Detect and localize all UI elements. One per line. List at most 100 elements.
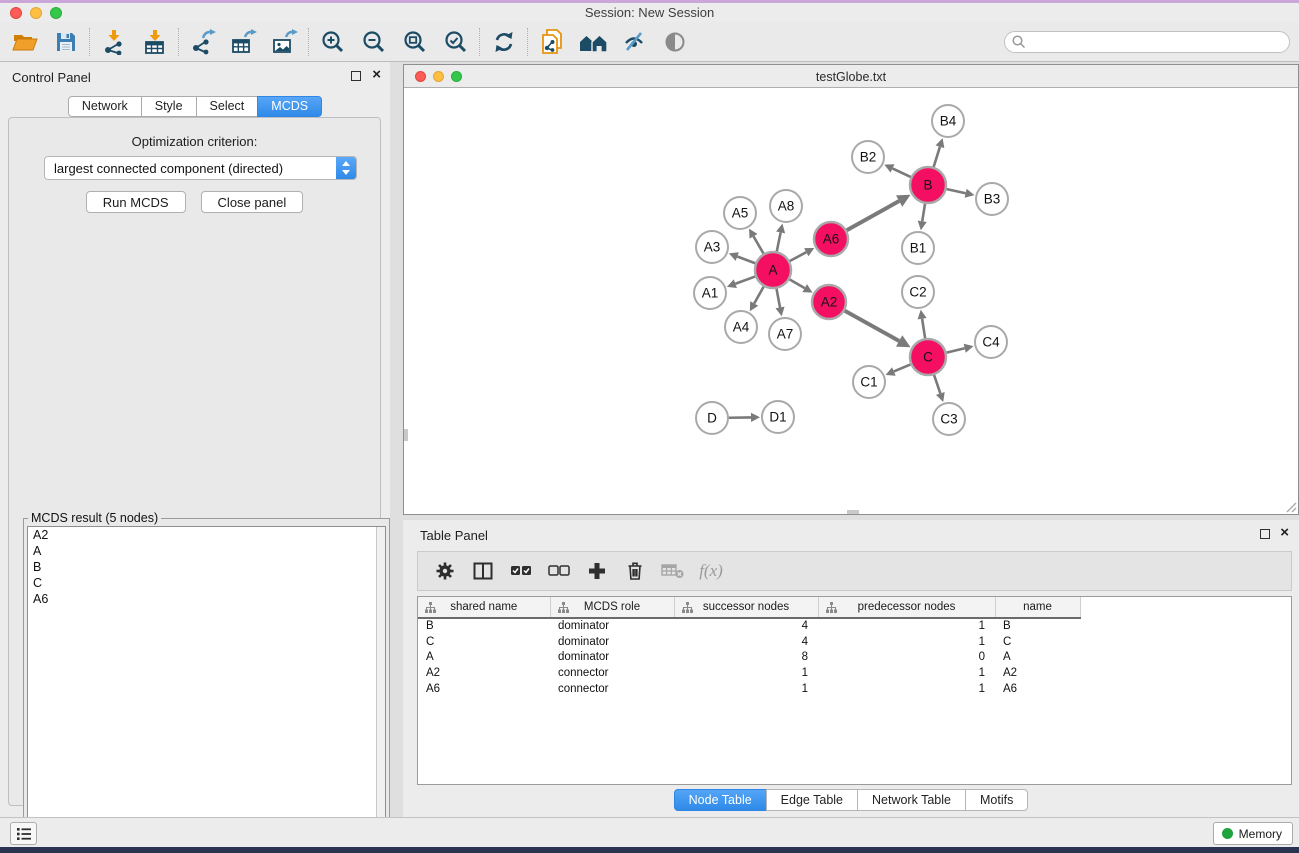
graph-node-A[interactable]: A (755, 252, 791, 288)
graph-edge-A-A3[interactable] (737, 257, 756, 264)
mcds-result-list[interactable]: A2ABCA6 (27, 526, 386, 853)
network-view-window[interactable]: testGlobe.txt B4B2BB3B1A5A8A6A3AA1C2A4A7… (403, 64, 1299, 515)
graph-edge-C-C4[interactable] (946, 348, 965, 353)
table-cell[interactable]: 1 (818, 634, 995, 650)
table-cell[interactable]: B (995, 618, 1080, 634)
table-cell[interactable]: A6 (418, 681, 550, 697)
optimization-dropdown[interactable]: largest connected component (directed) (44, 156, 357, 180)
table-cell[interactable]: 0 (818, 649, 995, 665)
table-cell[interactable]: connector (550, 681, 674, 697)
tab-motifs[interactable]: Motifs (965, 789, 1028, 811)
graph-edge-A6-B[interactable] (846, 201, 899, 231)
table-cell[interactable]: A (995, 649, 1080, 665)
horizontal-scroll-stub[interactable] (847, 510, 859, 514)
table-cell[interactable]: 4 (674, 634, 818, 650)
network-canvas[interactable]: B4B2BB3B1A5A8A6A3AA1C2A4A7A2CC4C1C3DD1 (404, 88, 1298, 514)
tab-node-table[interactable]: Node Table (674, 789, 767, 811)
zoom-selected-button[interactable] (435, 25, 476, 59)
refresh-view-button[interactable] (483, 25, 524, 59)
graph-edge-B-B2[interactable] (892, 168, 911, 177)
export-network-button[interactable] (182, 25, 223, 59)
graph-node-C2[interactable]: C2 (902, 276, 934, 308)
table-cell[interactable]: dominator (550, 649, 674, 665)
show-all-button[interactable] (572, 25, 613, 59)
select-all-rows-button[interactable] (502, 555, 540, 587)
deselect-all-rows-button[interactable] (540, 555, 578, 587)
close-table-panel-button[interactable]: × (1280, 524, 1289, 542)
import-table-button[interactable] (134, 25, 175, 59)
open-session-button[interactable] (4, 25, 45, 59)
graph-edge-A-A6[interactable] (789, 252, 806, 261)
graph-node-B2[interactable]: B2 (852, 141, 884, 173)
table-cell[interactable]: 1 (818, 665, 995, 681)
show-graphics-details-button[interactable] (654, 25, 695, 59)
tab-select[interactable]: Select (196, 96, 259, 117)
graph-edge-C-C2[interactable] (922, 319, 925, 340)
ui-settings-button[interactable] (10, 822, 37, 845)
graph-node-C4[interactable]: C4 (975, 326, 1007, 358)
clone-network-button[interactable] (531, 25, 572, 59)
graph-edge-C-C1[interactable] (894, 364, 912, 371)
table-cell[interactable]: 1 (674, 665, 818, 681)
apply-function-button[interactable]: f(x) (692, 555, 730, 587)
table-cell[interactable]: A (418, 649, 550, 665)
table-cell[interactable]: connector (550, 665, 674, 681)
zoom-out-button[interactable] (353, 25, 394, 59)
hide-selected-button[interactable] (613, 25, 654, 59)
mcds-result-item[interactable]: A6 (28, 591, 385, 607)
toggle-column-view-button[interactable] (464, 555, 502, 587)
table-cell[interactable]: C (418, 634, 550, 650)
graph-node-A4[interactable]: A4 (725, 311, 757, 343)
run-mcds-button[interactable]: Run MCDS (86, 191, 186, 213)
graph-node-A2[interactable]: A2 (812, 285, 846, 319)
column-header-shared-name[interactable]: shared name (418, 597, 550, 618)
graph-node-A5[interactable]: A5 (724, 197, 756, 229)
delete-columns-button[interactable] (616, 555, 654, 587)
graph-edge-A-A5[interactable] (754, 236, 764, 254)
vertical-scroll-stub[interactable] (404, 429, 408, 441)
graph-node-A7[interactable]: A7 (769, 318, 801, 350)
table-cell[interactable]: dominator (550, 634, 674, 650)
graph-node-C1[interactable]: C1 (853, 366, 885, 398)
graph-node-A6[interactable]: A6 (814, 222, 848, 256)
table-cell[interactable]: A2 (995, 665, 1080, 681)
graph-node-B[interactable]: B (910, 167, 946, 203)
tab-mcds[interactable]: MCDS (257, 96, 322, 117)
graph-node-C[interactable]: C (910, 339, 946, 375)
network-graph[interactable]: B4B2BB3B1A5A8A6A3AA1C2A4A7A2CC4C1C3DD1 (404, 88, 1298, 514)
tab-edge-table[interactable]: Edge Table (766, 789, 858, 811)
table-settings-button[interactable] (426, 555, 464, 587)
save-session-button[interactable] (45, 25, 86, 59)
graph-node-A3[interactable]: A3 (696, 231, 728, 263)
column-header-name[interactable]: name (995, 597, 1080, 618)
table-cell[interactable]: A6 (995, 681, 1080, 697)
mcds-result-item[interactable]: A2 (28, 527, 385, 543)
zoom-in-button[interactable] (312, 25, 353, 59)
column-header-successor-nodes[interactable]: successor nodes (674, 597, 818, 618)
table-cell[interactable]: 8 (674, 649, 818, 665)
graph-node-A1[interactable]: A1 (694, 277, 726, 309)
export-table-button[interactable] (223, 25, 264, 59)
mcds-result-item[interactable]: C (28, 575, 385, 591)
column-header-MCDS-role[interactable]: MCDS role (550, 597, 674, 618)
graph-node-D[interactable]: D (696, 402, 728, 434)
graph-edge-A-A2[interactable] (789, 279, 805, 288)
table-cell[interactable]: C (995, 634, 1080, 650)
graph-node-B1[interactable]: B1 (902, 232, 934, 264)
graph-node-B4[interactable]: B4 (932, 105, 964, 137)
add-column-button[interactable] (578, 555, 616, 587)
close-panel-button[interactable]: Close panel (201, 191, 304, 213)
memory-button[interactable]: Memory (1213, 822, 1293, 845)
tab-network-table[interactable]: Network Table (857, 789, 966, 811)
table-cell[interactable]: A2 (418, 665, 550, 681)
delete-table-button[interactable] (654, 555, 692, 587)
table-cell[interactable]: 1 (674, 681, 818, 697)
graph-edge-A-A4[interactable] (754, 286, 764, 304)
titlebar[interactable]: Session: New Session (0, 3, 1299, 22)
table-cell[interactable]: B (418, 618, 550, 634)
network-window-titlebar[interactable]: testGlobe.txt (404, 65, 1298, 88)
export-image-button[interactable] (264, 25, 305, 59)
search-field[interactable] (1004, 31, 1290, 53)
table-cell[interactable]: 1 (818, 618, 995, 634)
resize-grip-icon[interactable] (1283, 499, 1297, 513)
